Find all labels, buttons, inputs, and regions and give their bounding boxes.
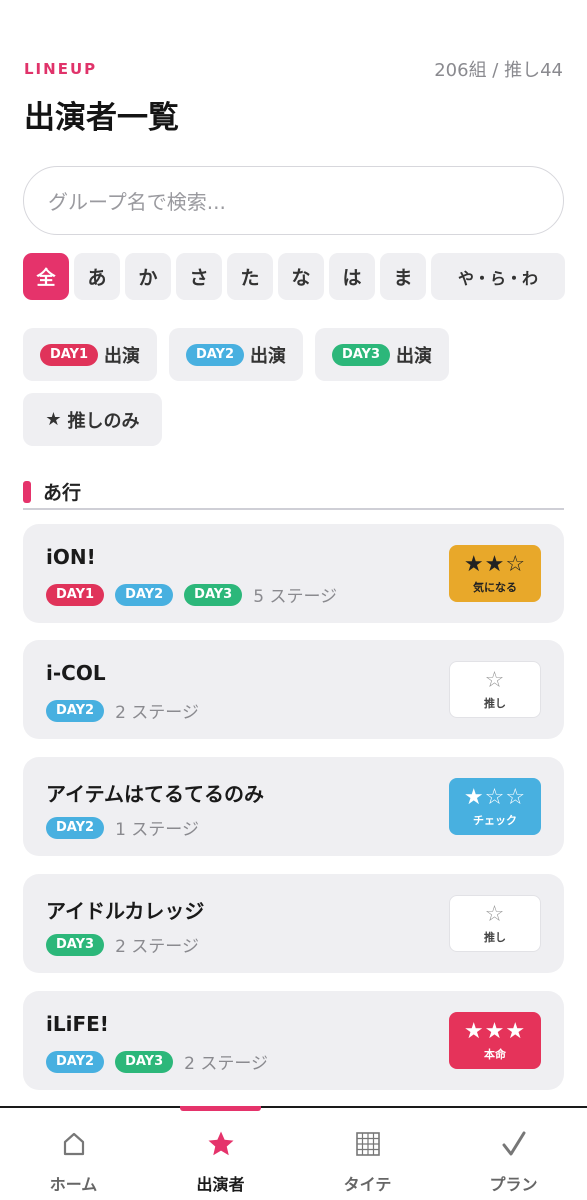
- day-tag: DAY3: [46, 933, 105, 956]
- artist-name: iON!: [46, 545, 96, 569]
- artist-name: iLiFE!: [46, 1012, 109, 1036]
- rating-label: 本命: [484, 1047, 506, 1061]
- rating-button[interactable]: ★★★ 本命: [449, 1012, 541, 1069]
- oshi-only-filter-button[interactable]: ★ 推しのみ: [23, 393, 162, 446]
- day-tag: DAY1: [46, 583, 105, 606]
- artist-card[interactable]: iLiFE! DAY2 DAY3 2 ステージ ★★★ 本命: [23, 991, 564, 1090]
- lineup-count: 206組 / 推し44: [434, 60, 563, 81]
- star-icon: ★: [45, 409, 62, 430]
- kana-filter-ka[interactable]: か: [125, 253, 171, 300]
- section-accent-bar: [23, 480, 31, 503]
- day3-filter-button[interactable]: DAY3 出演: [315, 328, 449, 381]
- artist-card[interactable]: アイドルカレッジ DAY3 2 ステージ ☆ 推し: [23, 874, 564, 973]
- nav-label: プラン: [489, 1175, 538, 1194]
- section-label: あ行: [43, 482, 82, 504]
- day-tag: DAY2: [46, 1050, 105, 1073]
- oshi-filter-label: 推しのみ: [67, 410, 140, 432]
- search-input[interactable]: グループ名で検索...: [23, 166, 564, 235]
- kana-filter-sa[interactable]: さ: [176, 253, 222, 300]
- kana-filter-na[interactable]: な: [278, 253, 324, 300]
- artist-card[interactable]: i-COL DAY2 2 ステージ ☆ 推し: [23, 640, 564, 739]
- day2-tag: DAY2: [185, 343, 245, 366]
- day1-tag: DAY1: [39, 343, 99, 366]
- day-tag: DAY2: [115, 583, 174, 606]
- day2-filter-label: 出演: [250, 345, 287, 367]
- artist-card[interactable]: iON! DAY1 DAY2 DAY3 5 ステージ ★★☆ 気になる: [23, 524, 564, 623]
- rating-button[interactable]: ★☆☆ チェック: [449, 778, 541, 835]
- section-header: あ行: [23, 478, 81, 505]
- rating-stars: ☆: [484, 901, 506, 927]
- rating-label: 推し: [484, 930, 506, 944]
- rating-button[interactable]: ★★☆ 気になる: [449, 545, 541, 602]
- rating-button[interactable]: ☆ 推し: [449, 661, 541, 718]
- kana-filter-ya-ra-wa[interactable]: や・ら・わ: [431, 253, 565, 300]
- artist-name: i-COL: [46, 661, 106, 685]
- day-tag: DAY2: [46, 699, 105, 722]
- rating-stars: ★★★: [463, 1018, 527, 1044]
- day3-filter-label: 出演: [396, 345, 433, 367]
- search-placeholder: グループ名で検索...: [48, 190, 226, 214]
- day-tag: DAY3: [184, 583, 243, 606]
- rating-label: 推し: [484, 696, 506, 710]
- nav-plan[interactable]: プラン: [440, 1108, 587, 1200]
- kana-filter-ma[interactable]: ま: [380, 253, 426, 300]
- page-title: 出演者一覧: [24, 100, 179, 136]
- rating-button[interactable]: ☆ 推し: [449, 895, 541, 952]
- stage-count: 2 ステージ: [115, 703, 199, 723]
- day2-filter-button[interactable]: DAY2 出演: [169, 328, 303, 381]
- nav-label: ホーム: [49, 1175, 98, 1194]
- bottom-nav: ホーム 出演者 タイテ プラン: [0, 1106, 587, 1200]
- header-row: LINEUP 206組 / 推し44: [24, 56, 563, 82]
- artist-meta: DAY2 1 ステージ: [46, 815, 199, 840]
- kana-filter-ta[interactable]: た: [227, 253, 273, 300]
- kana-filter-a[interactable]: あ: [74, 253, 120, 300]
- stage-count: 2 ステージ: [184, 1054, 269, 1074]
- section-divider: [23, 508, 564, 510]
- artist-meta: DAY3 2 ステージ: [46, 932, 199, 957]
- nav-home[interactable]: ホーム: [0, 1108, 147, 1200]
- check-icon: [501, 1128, 527, 1160]
- stage-count: 1 ステージ: [115, 820, 199, 840]
- artist-meta: DAY2 DAY3 2 ステージ: [46, 1049, 268, 1074]
- rating-stars: ★☆☆: [463, 784, 527, 810]
- nav-label: タイテ: [343, 1175, 392, 1194]
- rating-stars: ☆: [484, 667, 506, 693]
- grid-icon: [355, 1128, 381, 1160]
- day3-tag: DAY3: [331, 343, 391, 366]
- day-tag: DAY3: [115, 1050, 174, 1073]
- day1-filter-button[interactable]: DAY1 出演: [23, 328, 157, 381]
- artist-name: アイドルカレッジ: [46, 899, 205, 923]
- rating-label: チェック: [473, 813, 517, 827]
- artist-meta: DAY2 2 ステージ: [46, 698, 199, 723]
- kana-filter-all[interactable]: 全: [23, 253, 69, 300]
- nav-timetable[interactable]: タイテ: [294, 1108, 441, 1200]
- rating-stars: ★★☆: [463, 551, 527, 577]
- nav-artists[interactable]: 出演者: [147, 1108, 294, 1200]
- artist-card[interactable]: アイテムはてるてるのみ DAY2 1 ステージ ★☆☆ チェック: [23, 757, 564, 856]
- artist-meta: DAY1 DAY2 DAY3 5 ステージ: [46, 582, 337, 607]
- kana-filter-ha[interactable]: は: [329, 253, 375, 300]
- rating-label: 気になる: [473, 580, 517, 594]
- eyebrow-label: LINEUP: [24, 60, 98, 78]
- day-tag: DAY2: [46, 816, 105, 839]
- day1-filter-label: 出演: [104, 345, 141, 367]
- stage-count: 5 ステージ: [253, 587, 338, 607]
- star-icon: [206, 1128, 236, 1160]
- nav-label: 出演者: [196, 1175, 245, 1194]
- artist-name: アイテムはてるてるのみ: [46, 782, 264, 806]
- stage-count: 2 ステージ: [115, 937, 199, 957]
- kana-filter-row: 全 あ か さ た な は ま や・ら・わ: [23, 253, 565, 300]
- home-icon: [62, 1128, 86, 1160]
